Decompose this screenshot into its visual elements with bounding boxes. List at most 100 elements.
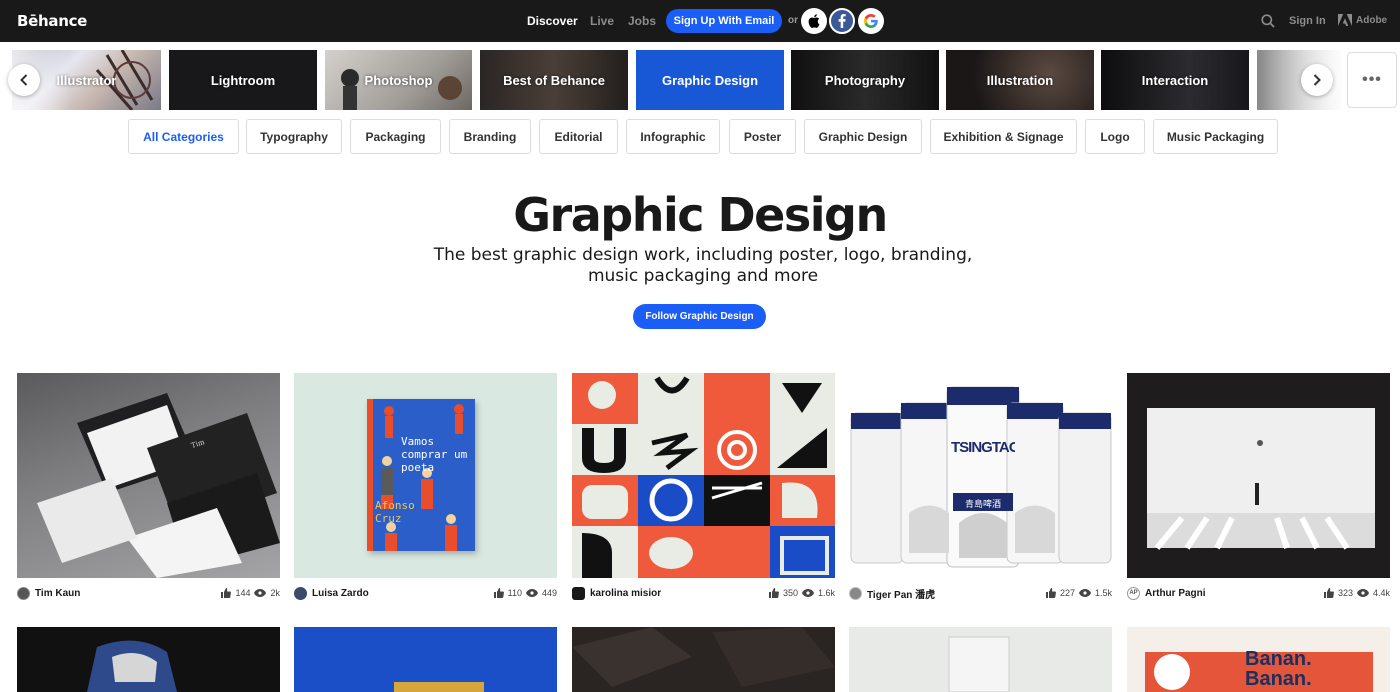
more-categories-button[interactable]: ••• [1347, 52, 1397, 108]
apple-icon [808, 14, 820, 28]
tile-label: Photography [824, 72, 906, 88]
project-stats: 144 2k [221, 588, 280, 598]
tile-graphic-design[interactable]: Graphic Design [636, 50, 784, 110]
facebook-icon [838, 14, 846, 28]
view-count: 1.5k [1094, 588, 1112, 598]
banana-line1: Banan. [1245, 648, 1312, 670]
thumbs-up-icon [768, 588, 779, 598]
tile-lightroom[interactable]: Lightroom [169, 50, 317, 110]
chevron-right-icon [1313, 74, 1321, 86]
like-count: 110 [507, 588, 522, 598]
nav-discover[interactable]: Discover [527, 14, 578, 28]
project-meta: Tim Kaun 144 2k [17, 586, 280, 600]
project-card[interactable]: Tim Tim Kaun 144 2k [17, 373, 280, 600]
owner-name[interactable]: karolina misior [590, 588, 661, 599]
beer-cans-art [850, 386, 1112, 568]
sign-in-link[interactable]: Sign In [1289, 15, 1326, 27]
owner-name[interactable]: Arthur Pagni [1145, 588, 1206, 599]
search-icon[interactable] [1261, 14, 1275, 28]
top-navbar: Bēhance Discover Live Jobs Sign Up With … [0, 0, 1400, 42]
owner-name[interactable]: Luisa Zardo [312, 588, 369, 599]
page-title: Graphic Design [513, 188, 888, 242]
avatar[interactable] [294, 586, 307, 600]
project-meta: Tiger Pan 潘虎 227 1.5k [849, 586, 1112, 601]
carousel-prev-button[interactable] [8, 64, 40, 96]
project-thumbnail[interactable]: Banan. Banan. [1127, 627, 1390, 692]
project-card[interactable]: TSINGTAO 青島啤酒 Tiger Pan 潘虎 227 1.5k [849, 373, 1112, 601]
project-thumbnail[interactable] [572, 627, 835, 692]
avatar[interactable] [572, 586, 585, 600]
project-thumbnail[interactable]: Vamos comprar um poeta Afonso Cruz [294, 373, 557, 578]
google-signin-button[interactable] [858, 8, 884, 34]
chevron-left-icon [20, 74, 28, 86]
view-count: 1.6k [817, 588, 835, 598]
pill-packaging[interactable]: Packaging [350, 119, 441, 154]
nav-live[interactable]: Live [590, 14, 614, 28]
owner-name[interactable]: Tiger Pan 潘虎 [867, 586, 935, 601]
pill-infographic[interactable]: Infographic [626, 119, 720, 154]
or-label: or [788, 15, 798, 26]
tile-interaction[interactable]: Interaction [1101, 50, 1249, 110]
book-title: Vamos comprar um poeta [401, 435, 468, 474]
owner-name[interactable]: Tim Kaun [35, 588, 80, 599]
pill-music-packaging[interactable]: Music Packaging [1153, 119, 1278, 154]
adobe-link[interactable]: Adobe [1338, 14, 1387, 26]
tile-photoshop[interactable]: Photoshop [325, 50, 472, 110]
eye-icon [254, 589, 267, 597]
project-stats: 227 1.5k [1045, 588, 1112, 598]
project-thumbnail[interactable] [294, 627, 557, 692]
can-brand: TSINGTAO [951, 439, 1015, 456]
tile-label: Best of Behance [503, 72, 605, 88]
subcategory-pills: All Categories Typography Packaging Bran… [0, 119, 1400, 155]
pill-all-categories[interactable]: All Categories [128, 119, 239, 154]
page-subtitle-line2: music packaging and more [587, 266, 819, 286]
apple-signin-button[interactable] [801, 8, 827, 34]
book-cover: Vamos comprar um poeta Afonso Cruz [367, 399, 475, 551]
dark-cards-art [572, 627, 835, 687]
project-thumbnail[interactable] [1127, 373, 1390, 578]
pill-typography[interactable]: Typography [246, 119, 342, 154]
project-thumbnail[interactable]: TSINGTAO 青島啤酒 [849, 373, 1112, 578]
sign-up-email-button[interactable]: Sign Up With Email [666, 9, 782, 33]
like-count: 144 [235, 588, 251, 598]
tile-label: Lightroom [210, 72, 276, 88]
project-thumbnail[interactable] [572, 373, 835, 578]
behance-logo[interactable]: Bēhance [17, 12, 87, 30]
follow-button[interactable]: Follow Graphic Design [633, 304, 766, 329]
project-thumbnail[interactable]: Tim [17, 373, 280, 578]
category-carousel: Illustrator Lightroom Photoshop Best of … [0, 42, 1400, 114]
tile-illustration[interactable]: Illustration [946, 50, 1094, 110]
pill-graphic-design[interactable]: Graphic Design [804, 119, 922, 154]
view-count: 2k [270, 588, 280, 598]
pill-poster[interactable]: Poster [729, 119, 796, 154]
avatar[interactable] [17, 586, 30, 600]
pill-logo[interactable]: Logo [1085, 119, 1145, 154]
project-card[interactable]: karolina misior 350 1.6k [572, 373, 835, 600]
project-meta: AP Arthur Pagni 323 4.4k [1127, 586, 1390, 600]
eye-icon [1356, 589, 1369, 597]
project-card[interactable]: AP Arthur Pagni 323 4.4k [1127, 373, 1390, 600]
google-icon [864, 14, 878, 28]
pill-editorial[interactable]: Editorial [539, 119, 618, 154]
avatar[interactable] [849, 586, 862, 600]
carousel-next-button[interactable] [1301, 64, 1333, 96]
tile-best-of-behance[interactable]: Best of Behance [480, 50, 628, 110]
pill-exhibition-signage[interactable]: Exhibition & Signage [930, 119, 1077, 154]
view-count: 4.4k [1372, 588, 1390, 598]
pill-branding[interactable]: Branding [449, 119, 531, 154]
project-card[interactable]: Vamos comprar um poeta Afonso Cruz Luisa… [294, 373, 557, 600]
project-meta: karolina misior 350 1.6k [572, 586, 835, 600]
thumbs-up-icon [493, 588, 504, 598]
banana-line2: Banan. [1245, 668, 1312, 690]
project-meta: Luisa Zardo 110 449 [294, 586, 557, 600]
project-stats: 110 449 [493, 588, 557, 598]
eye-icon [525, 589, 538, 597]
adobe-icon [1338, 14, 1352, 26]
bottle-art [87, 640, 177, 692]
tile-photography[interactable]: Photography [791, 50, 939, 110]
project-thumbnail[interactable] [17, 627, 280, 692]
facebook-signin-button[interactable] [829, 8, 855, 34]
project-thumbnail[interactable] [849, 627, 1112, 692]
avatar[interactable]: AP [1127, 586, 1140, 600]
nav-jobs[interactable]: Jobs [628, 14, 656, 28]
